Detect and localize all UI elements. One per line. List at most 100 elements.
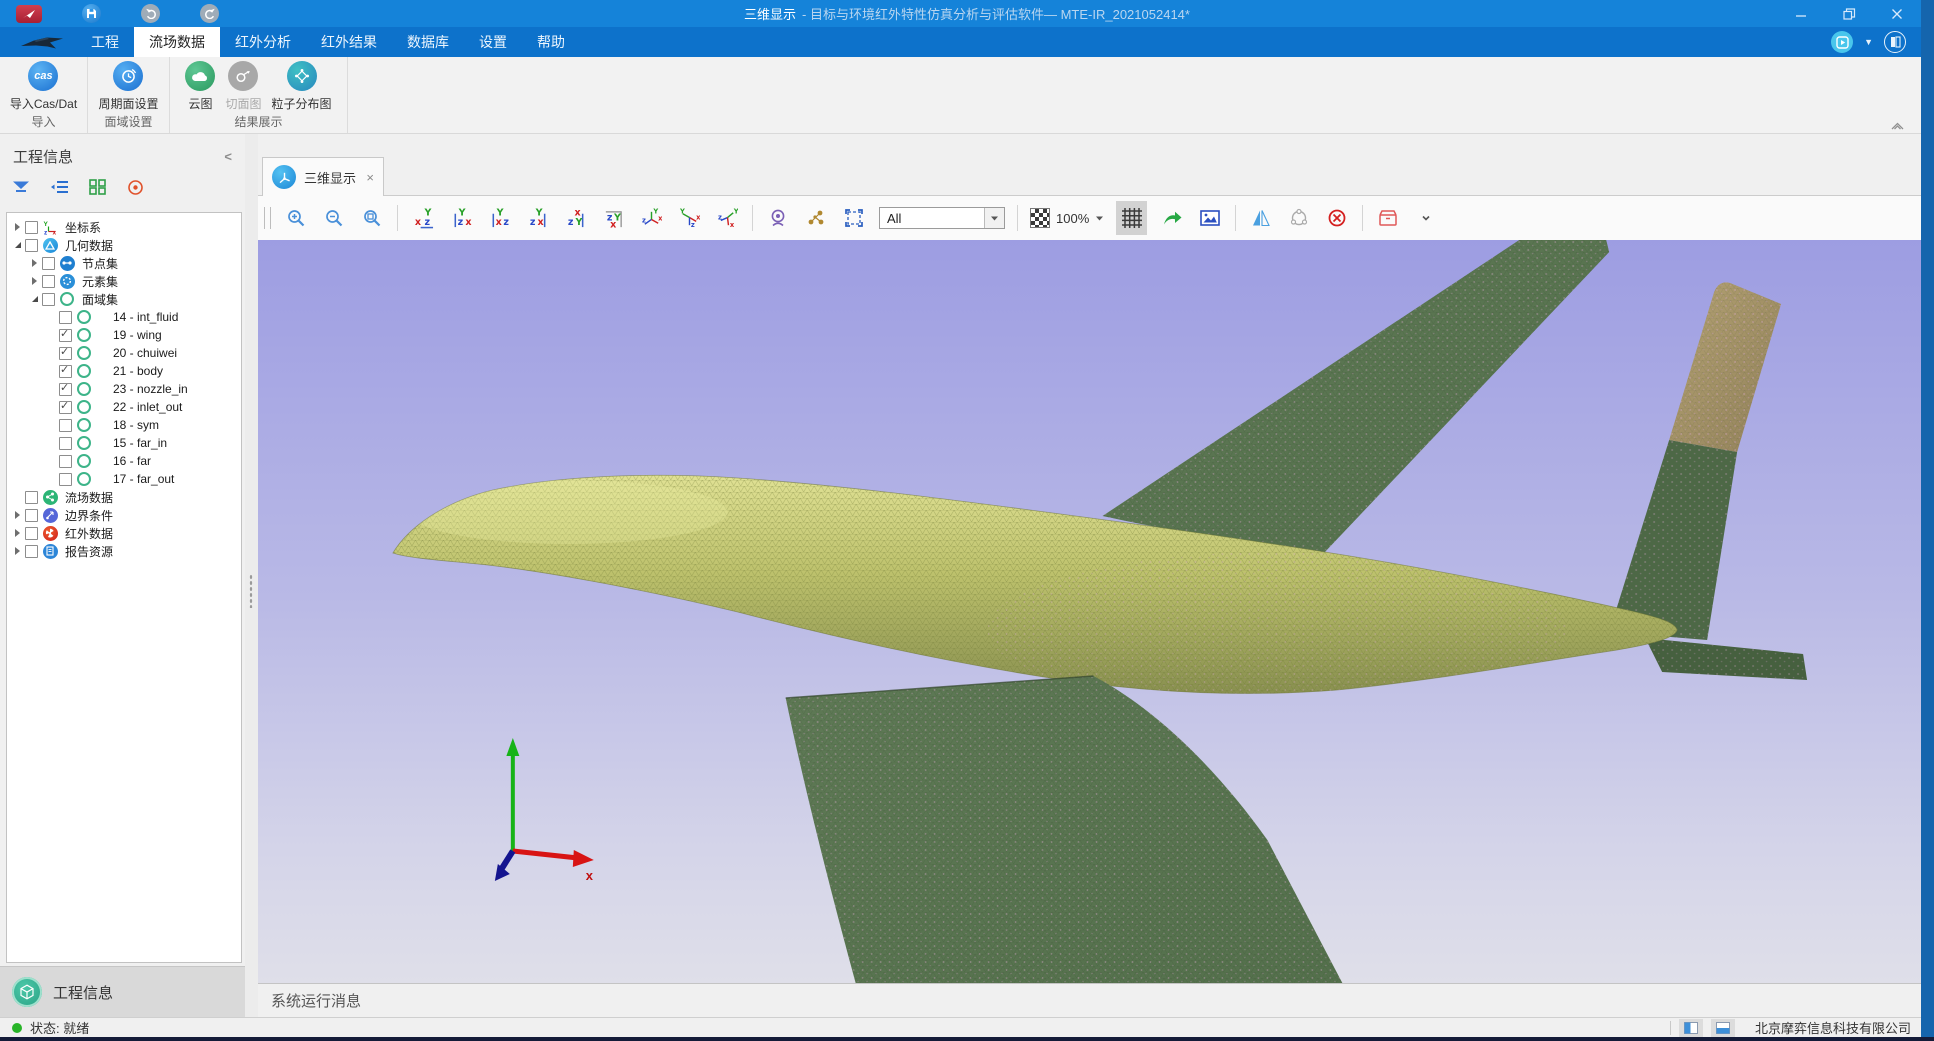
view-iso1-icon[interactable]: Yzx — [638, 205, 664, 231]
menu-item-6[interactable]: 帮助 — [522, 27, 580, 57]
view-front-icon[interactable]: xzY — [410, 205, 436, 231]
ribbon-button-particles[interactable]: 粒子分布图 — [270, 61, 334, 112]
close-button[interactable] — [1873, 0, 1921, 27]
tree-expander-icon[interactable] — [11, 529, 24, 537]
tree-expander-icon[interactable] — [28, 277, 41, 285]
tree-checkbox[interactable] — [42, 293, 55, 306]
chevron-down-icon[interactable] — [1095, 209, 1104, 227]
view-back-icon[interactable]: zxY — [448, 205, 474, 231]
mirror-icon[interactable] — [1248, 205, 1274, 231]
toolbar-drag-handle[interactable] — [264, 207, 271, 229]
tree-item[interactable]: 流场数据 — [7, 488, 241, 506]
tree-checkbox[interactable] — [42, 275, 55, 288]
smooth-shade-icon[interactable] — [1286, 205, 1312, 231]
menu-item-4[interactable]: 数据库 — [392, 27, 464, 57]
run-panel-icon[interactable] — [1831, 31, 1853, 53]
tree-item[interactable]: 17 - far_out — [7, 470, 241, 488]
project-info-button[interactable]: 工程信息 — [0, 966, 245, 1017]
tree-item[interactable]: 22 - inlet_out — [7, 398, 241, 416]
tree-checkbox[interactable] — [25, 527, 38, 540]
restore-button[interactable] — [1825, 0, 1873, 27]
tree-item[interactable]: Yzx坐标系 — [7, 218, 241, 236]
tree-checkbox[interactable] — [59, 401, 72, 414]
zoom-out-icon[interactable] — [321, 205, 347, 231]
splitter-handle[interactable] — [249, 574, 253, 608]
tree-item[interactable]: 报告资源 — [7, 542, 241, 560]
zoom-in-icon[interactable] — [283, 205, 309, 231]
tree-checkbox[interactable] — [25, 491, 38, 504]
menu-item-5[interactable]: 设置 — [464, 27, 522, 57]
tree-expander-icon[interactable] — [11, 242, 24, 248]
menu-item-2[interactable]: 红外分析 — [220, 27, 306, 57]
snapshot-icon[interactable] — [1197, 205, 1223, 231]
menu-item-3[interactable]: 红外结果 — [306, 27, 392, 57]
close-tab-icon[interactable]: × — [366, 170, 374, 185]
panel-splitter[interactable] — [245, 134, 258, 1017]
collapse-panel-icon[interactable]: < — [224, 149, 232, 164]
locate-icon[interactable] — [125, 177, 145, 197]
outline-list-icon[interactable] — [49, 177, 69, 197]
filter-icon[interactable] — [11, 177, 31, 197]
tree-item[interactable]: 20 - chuiwei — [7, 344, 241, 362]
grid-icon[interactable] — [1116, 201, 1147, 235]
view-iso3-icon[interactable]: zYx — [714, 205, 740, 231]
tree-item[interactable]: 19 - wing — [7, 326, 241, 344]
ribbon-button-cas[interactable]: cas导入Cas/Dat — [8, 61, 79, 112]
tree-item[interactable]: 23 - nozzle_in — [7, 380, 241, 398]
tree-item[interactable]: 几何数据 — [7, 236, 241, 254]
tree-item[interactable]: 18 - sym — [7, 416, 241, 434]
minimize-button[interactable] — [1777, 0, 1825, 27]
view-iso2-icon[interactable]: Yxz — [676, 205, 702, 231]
tree-checkbox[interactable] — [25, 509, 38, 522]
ribbon-button-clock[interactable]: 周期面设置 — [96, 61, 160, 112]
tree-checkbox[interactable] — [25, 545, 38, 558]
bounding-box-icon[interactable] — [841, 205, 867, 231]
ribbon-button-cloud[interactable]: 云图 — [183, 61, 217, 112]
tree-expander-icon[interactable] — [28, 296, 41, 302]
node-display-icon[interactable] — [803, 205, 829, 231]
clear-icon[interactable] — [1324, 205, 1350, 231]
tree-checkbox[interactable] — [59, 455, 72, 468]
tree-checkbox[interactable] — [25, 221, 38, 234]
tab-3d-view[interactable]: 三维显示 × — [262, 157, 384, 196]
tree-item[interactable]: 14 - int_fluid — [7, 308, 241, 326]
view-right-icon[interactable]: zxY — [524, 205, 550, 231]
view-top-icon[interactable]: zYx — [562, 205, 588, 231]
tree-checkbox[interactable] — [25, 239, 38, 252]
tree-expander-icon[interactable] — [28, 259, 41, 267]
help-book-icon[interactable] — [1884, 31, 1906, 53]
opacity-control[interactable]: 100% — [1030, 208, 1104, 228]
chevron-down-icon[interactable]: ▼ — [1864, 37, 1873, 47]
viewport-3d[interactable]: x — [258, 240, 1921, 983]
display-filter-select[interactable]: All — [879, 207, 1005, 229]
layout-left-panel-icon[interactable] — [1679, 1019, 1703, 1037]
view-left-icon[interactable]: xzY — [486, 205, 512, 231]
tree-checkbox[interactable] — [42, 257, 55, 270]
tree-checkbox[interactable] — [59, 419, 72, 432]
tree-checkbox[interactable] — [59, 347, 72, 360]
tree-checkbox[interactable] — [59, 473, 72, 486]
zoom-window-icon[interactable] — [359, 205, 385, 231]
export-view-icon[interactable] — [1159, 205, 1185, 231]
tree-checkbox[interactable] — [59, 329, 72, 342]
tree-checkbox[interactable] — [59, 383, 72, 396]
tree-expander-icon[interactable] — [11, 223, 24, 231]
menu-item-1[interactable]: 流场数据 — [134, 27, 220, 57]
tree-item[interactable]: 15 - far_in — [7, 434, 241, 452]
tree-expander-icon[interactable] — [11, 547, 24, 555]
chevron-down-icon[interactable] — [984, 208, 1004, 228]
tree-item[interactable]: 面域集 — [7, 290, 241, 308]
project-tree[interactable]: Yzx坐标系几何数据节点集元素集面域集14 - int_fluid19 - wi… — [6, 212, 242, 963]
tree-item[interactable]: 16 - far — [7, 452, 241, 470]
tree-item[interactable]: 元素集 — [7, 272, 241, 290]
tree-checkbox[interactable] — [59, 311, 72, 324]
view-bottom-icon[interactable]: zYx — [600, 205, 626, 231]
menu-item-0[interactable]: 工程 — [76, 27, 134, 57]
tree-item[interactable]: 节点集 — [7, 254, 241, 272]
layout-grid-icon[interactable] — [87, 177, 107, 197]
collapse-ribbon-icon[interactable] — [1889, 118, 1906, 1038]
probe-camera-icon[interactable] — [765, 205, 791, 231]
save-icon[interactable] — [82, 4, 101, 23]
package-icon[interactable] — [1375, 205, 1401, 231]
tree-checkbox[interactable] — [59, 437, 72, 450]
